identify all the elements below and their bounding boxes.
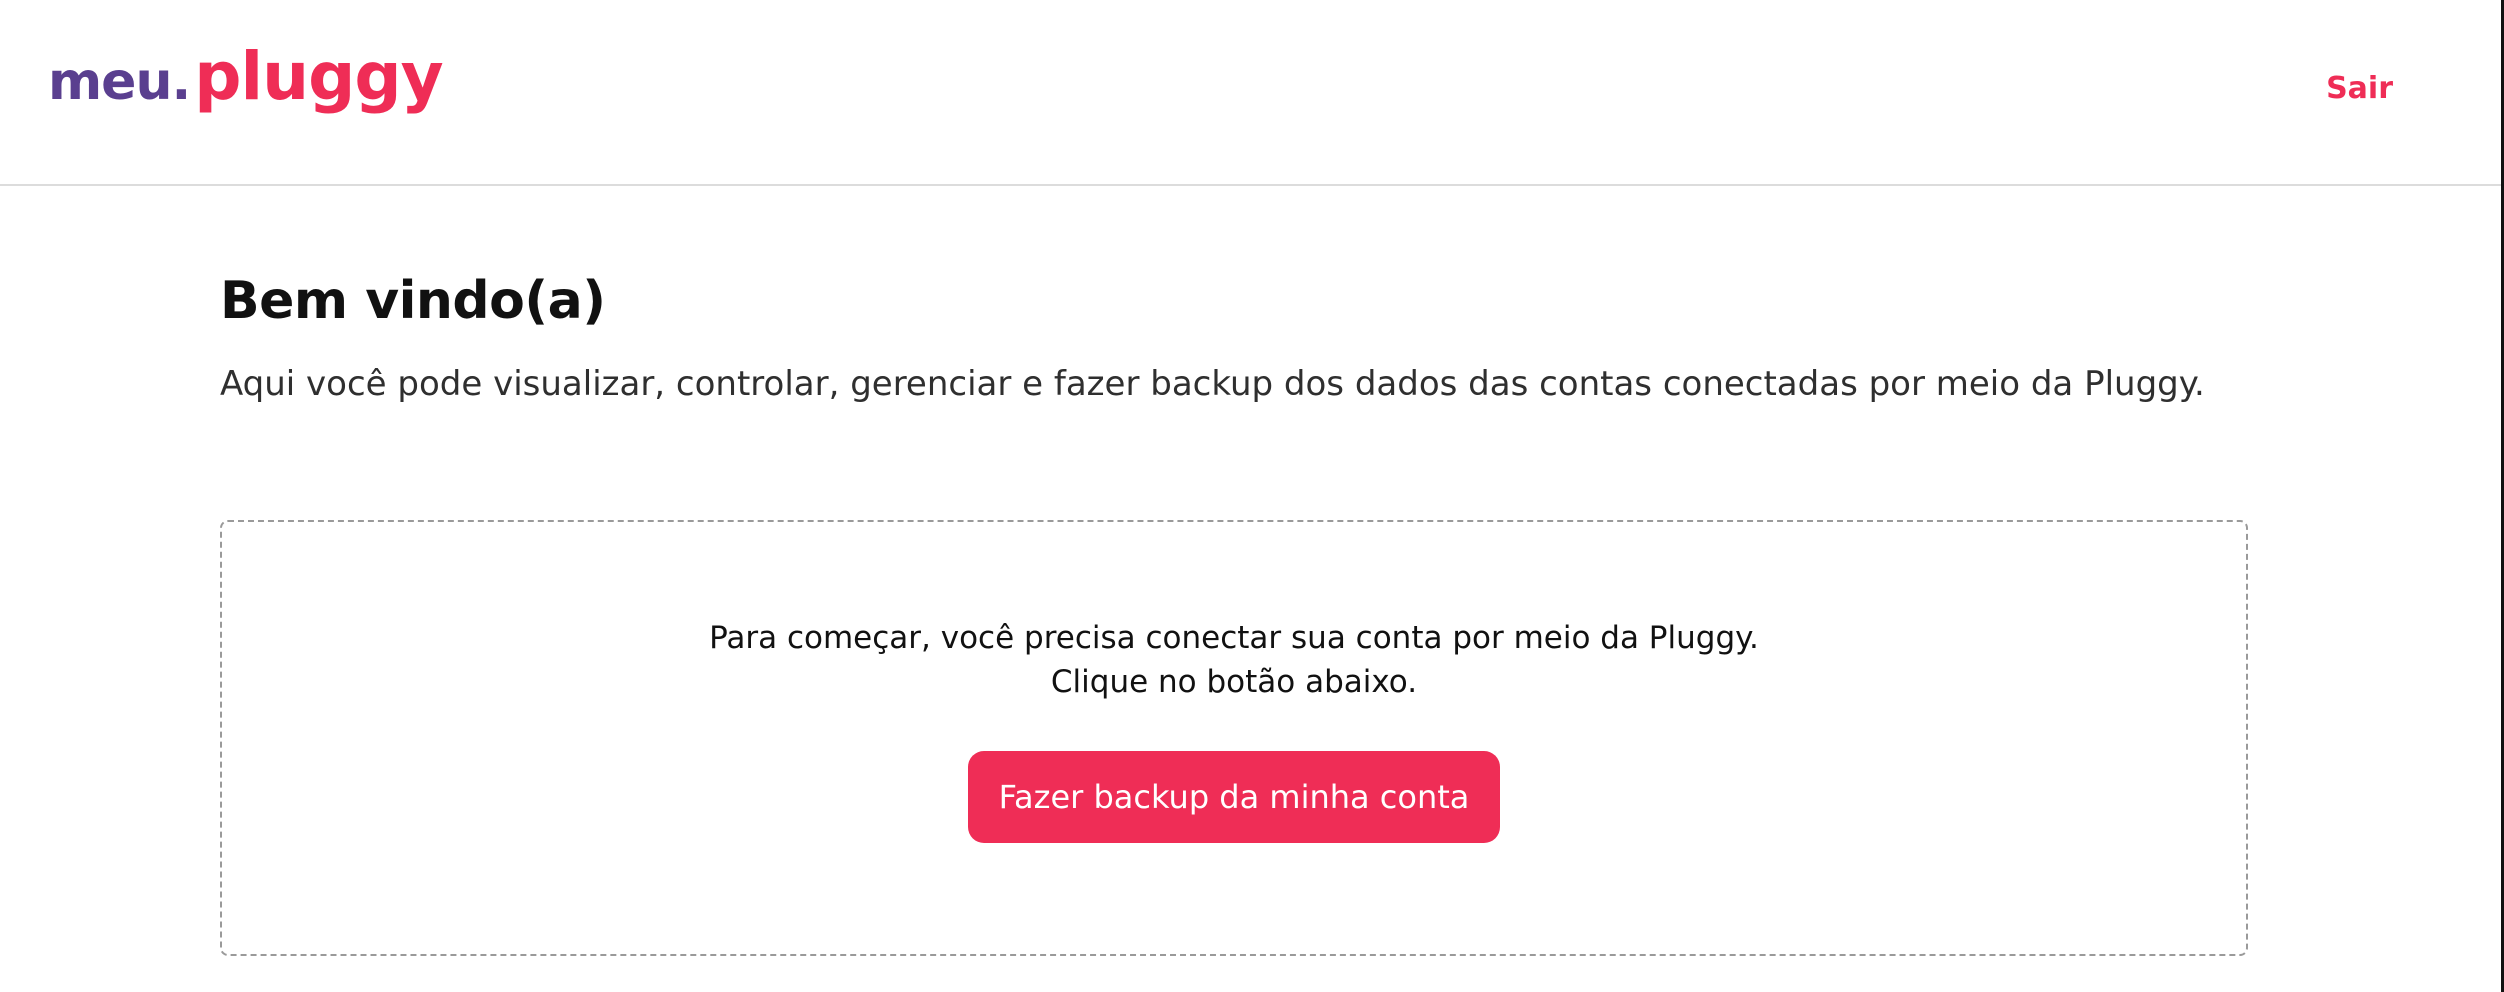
logo-pluggy: pluggy [194, 38, 443, 115]
empty-state-content: Para começar, você precisa conectar sua … [222, 522, 2246, 954]
page-subtitle: Aqui você pode visualizar, controlar, ge… [220, 364, 2205, 405]
logo-dot: . [171, 52, 191, 112]
brand-logo[interactable]: meu . pluggy [48, 38, 444, 134]
page-title: Bem vindo(a) [220, 271, 606, 331]
empty-state-card: Para começar, você precisa conectar sua … [220, 520, 2248, 956]
empty-state-line-1: Para começar, você precisa conectar sua … [709, 620, 1759, 656]
empty-state-line-2: Clique no botão abaixo. [1050, 664, 1418, 701]
top-header: meu . pluggy Sair [0, 0, 2501, 186]
logout-link[interactable]: Sair [2326, 64, 2393, 112]
main-content: Bem vindo(a) Aqui você pode visualizar, … [220, 270, 2248, 408]
backup-account-button[interactable]: Fazer backup da minha conta [968, 750, 1500, 843]
logo-meu: meu [48, 52, 172, 112]
